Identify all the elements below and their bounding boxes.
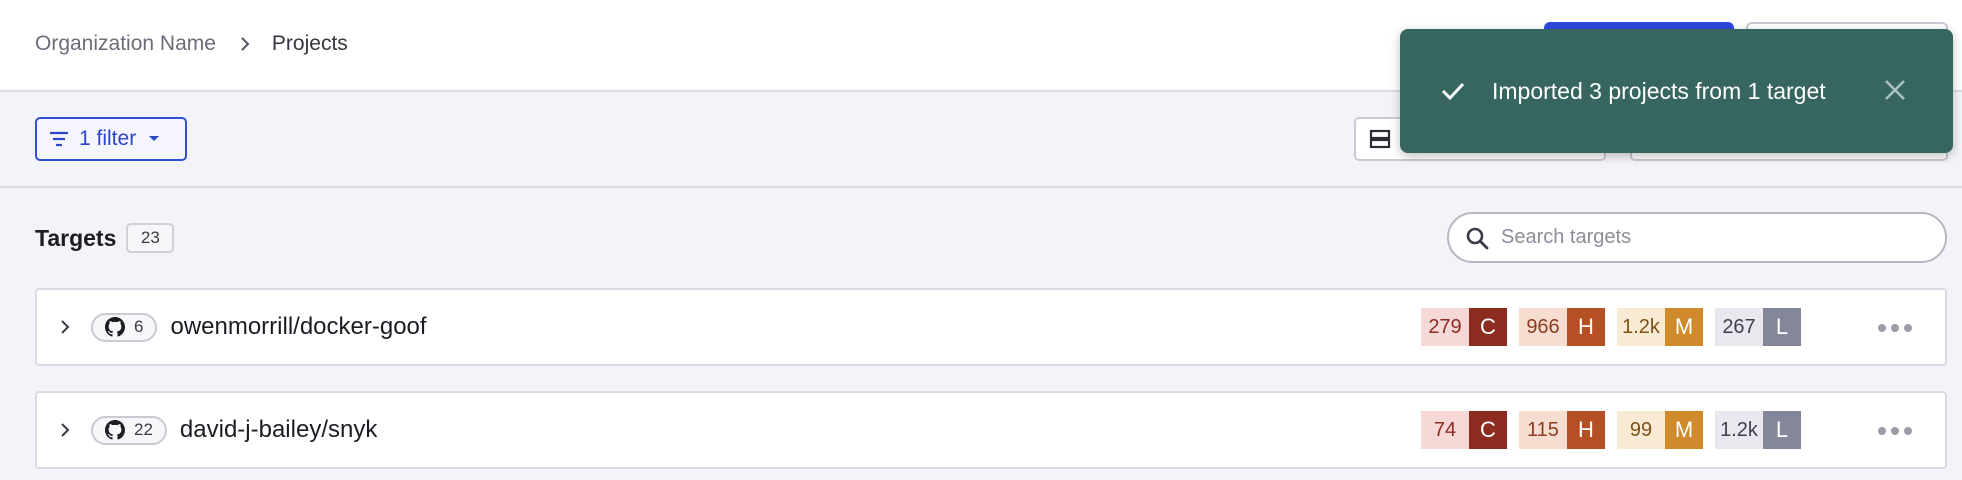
targets-count-badge: 23 (126, 223, 175, 253)
targets-heading: Targets 23 (35, 222, 175, 254)
issue-counts: 74 C 115 H 99 M 1.2k L (1421, 411, 1813, 449)
project-count: 6 (134, 317, 144, 336)
critical-count: 279 (1421, 308, 1469, 346)
low-issues: 1.2k L (1715, 411, 1801, 449)
filter-lines-icon (49, 131, 69, 147)
medium-count: 1.2k (1617, 308, 1665, 346)
issue-counts: 279 C 966 H 1.2k M 267 L (1421, 308, 1813, 346)
chevron-right-icon[interactable] (55, 422, 75, 438)
toast-message: Imported 3 projects from 1 target (1492, 77, 1826, 104)
search-targets-field[interactable] (1447, 212, 1947, 263)
chevron-right-icon[interactable] (55, 319, 75, 335)
critical-label: C (1469, 308, 1507, 346)
list-view-icon (1369, 129, 1391, 149)
medium-label: M (1665, 411, 1703, 449)
caret-down-icon (148, 135, 160, 143)
breadcrumb-current: Projects (271, 32, 348, 55)
more-horizontal-icon[interactable] (1875, 316, 1915, 340)
target-name[interactable]: david-j-bailey/snyk (180, 416, 377, 444)
high-label: H (1567, 308, 1605, 346)
project-count-pill: 22 (91, 415, 167, 445)
low-count: 267 (1715, 308, 1763, 346)
target-row[interactable]: 22 david-j-bailey/snyk 74 C 115 H 99 M 1… (35, 391, 1947, 469)
search-icon (1465, 226, 1489, 250)
project-count-pill: 6 (91, 312, 158, 342)
target-row[interactable]: 6 owenmorrill/docker-goof 279 C 966 H 1.… (35, 288, 1947, 366)
project-count: 22 (134, 420, 153, 439)
high-label: H (1567, 411, 1605, 449)
targets-title: Targets (35, 224, 117, 251)
high-issues: 966 H (1519, 308, 1605, 346)
chevron-right-icon (240, 36, 250, 52)
target-name[interactable]: owenmorrill/docker-goof (170, 313, 426, 341)
low-label: L (1763, 411, 1801, 449)
medium-label: M (1665, 308, 1703, 346)
github-icon (105, 420, 125, 440)
critical-count: 74 (1421, 411, 1469, 449)
low-label: L (1763, 308, 1801, 346)
close-icon[interactable] (1883, 78, 1907, 102)
breadcrumb: Organization Name Projects (35, 30, 348, 58)
high-count: 115 (1519, 411, 1567, 449)
breadcrumb-org-link[interactable]: Organization Name (35, 32, 216, 56)
low-issues: 267 L (1715, 308, 1801, 346)
medium-count: 99 (1617, 411, 1665, 449)
medium-issues: 99 M (1617, 411, 1703, 449)
toast-notification: Imported 3 projects from 1 target (1400, 29, 1953, 153)
filter-button-label: 1 filter (79, 127, 137, 150)
critical-issues: 74 C (1421, 411, 1507, 449)
high-issues: 115 H (1519, 411, 1605, 449)
search-targets-input[interactable] (1501, 226, 1921, 249)
critical-issues: 279 C (1421, 308, 1507, 346)
critical-label: C (1469, 411, 1507, 449)
high-count: 966 (1519, 308, 1567, 346)
filter-button[interactable]: 1 filter (35, 117, 187, 161)
github-icon (105, 317, 125, 337)
medium-issues: 1.2k M (1617, 308, 1703, 346)
check-icon (1440, 81, 1466, 101)
more-horizontal-icon[interactable] (1875, 419, 1915, 443)
low-count: 1.2k (1715, 411, 1763, 449)
